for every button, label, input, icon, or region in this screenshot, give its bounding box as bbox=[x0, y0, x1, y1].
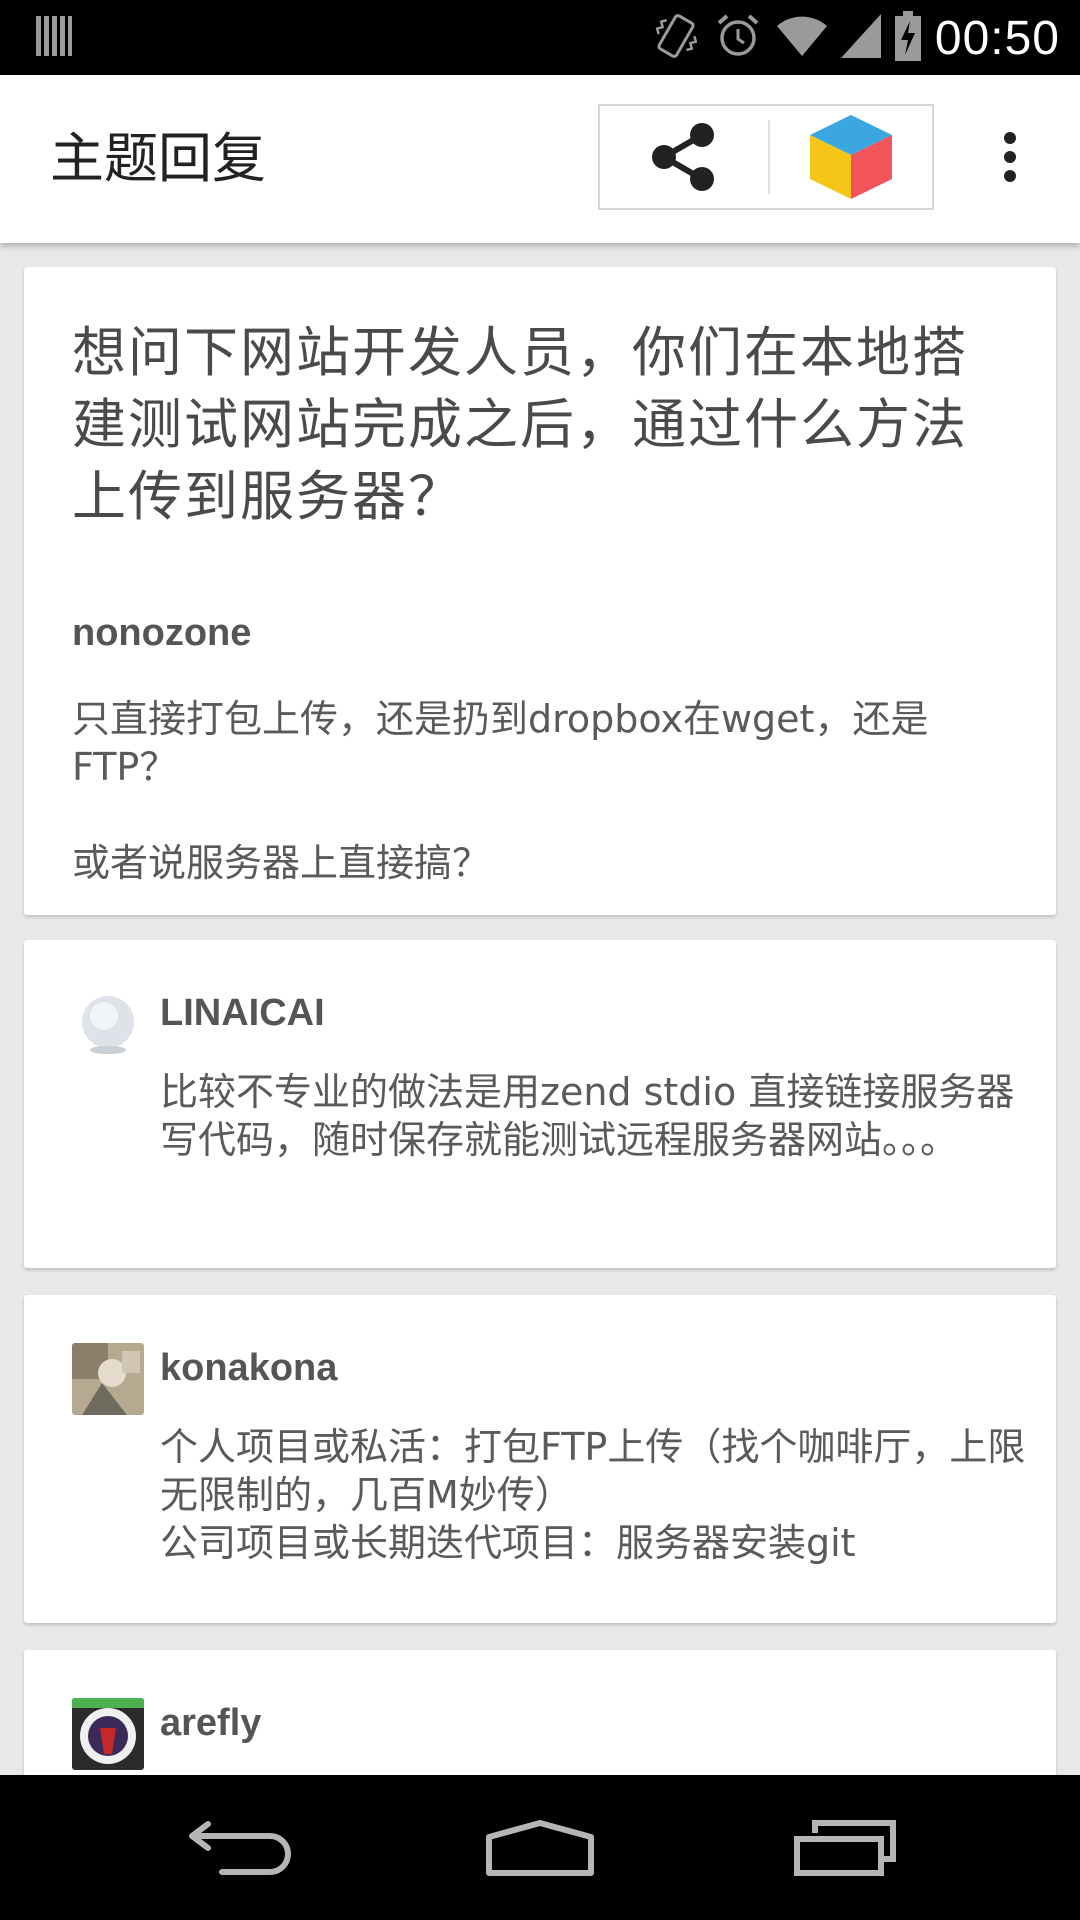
action-bar: 主题回复 bbox=[0, 75, 1080, 243]
clock: 00:50 bbox=[934, 11, 1060, 65]
topic-body-paragraph: 或者说服务器上直接搞？ bbox=[72, 841, 491, 885]
topic-author[interactable]: nonozone bbox=[72, 612, 251, 655]
avatar[interactable] bbox=[72, 1698, 144, 1770]
reply-username[interactable]: arefly bbox=[160, 1702, 261, 1745]
topic-body: 只直接打包上传，还是扔到dropbox在wget，还是FTP？ 或者说服务器上直… bbox=[72, 695, 1012, 887]
navigation-bar bbox=[0, 1775, 1080, 1920]
page-title: 主题回复 bbox=[50, 127, 266, 190]
home-icon bbox=[486, 1819, 594, 1876]
topic-title: 想问下网站开发人员，你们在本地搭建测试网站完成之后，通过什么方法上传到服务器？ bbox=[72, 321, 968, 528]
reply-body-paragraph: 比较不专业的做法是用zend stdio 直接链接服务器写代码，随时保存就能测试… bbox=[160, 1070, 1015, 1162]
topic-body-paragraph: 只直接打包上传，还是扔到dropbox在wget，还是FTP？ bbox=[72, 697, 929, 789]
avatar[interactable] bbox=[72, 1343, 144, 1415]
topic-card: 想问下网站开发人员，你们在本地搭建测试网站完成之后，通过什么方法上传到服务器？ … bbox=[24, 267, 1056, 915]
reply-body: 个人项目或私活：打包FTP上传（找个咖啡厅，上限无限制的，几百M妙传） 公司项目… bbox=[160, 1423, 1030, 1567]
reply-body: 比较不专业的做法是用zend stdio 直接链接服务器写代码，随时保存就能测试… bbox=[160, 1068, 1030, 1164]
battery-charging-icon bbox=[894, 11, 921, 65]
reply-card: arefly bbox=[24, 1650, 1056, 1775]
reply-body-paragraph: 公司项目或长期迭代项目：服务器安装git bbox=[160, 1521, 856, 1565]
notification-bars-icon bbox=[36, 14, 72, 62]
content-list[interactable]: 想问下网站开发人员，你们在本地搭建测试网站完成之后，通过什么方法上传到服务器？ … bbox=[0, 243, 1080, 1775]
more-vert-icon bbox=[1004, 132, 1016, 182]
reply-username[interactable]: konakona bbox=[160, 1347, 337, 1390]
reply-body-paragraph: 个人项目或私活：打包FTP上传（找个咖啡厅，上限无限制的，几百M妙传） bbox=[160, 1425, 1026, 1517]
status-bar: 00:50 bbox=[0, 0, 1080, 75]
more-options-button[interactable] bbox=[980, 104, 1040, 210]
reply-username[interactable]: LINAICAI bbox=[160, 992, 325, 1035]
reply-card: LINAICAI 比较不专业的做法是用zend stdio 直接链接服务器写代码… bbox=[24, 940, 1056, 1268]
wifi-icon bbox=[776, 14, 827, 62]
home-button[interactable] bbox=[440, 1775, 640, 1920]
recents-icon bbox=[794, 1819, 896, 1876]
share-button[interactable] bbox=[600, 106, 766, 208]
app-cube-icon bbox=[810, 115, 892, 199]
signal-icon bbox=[840, 14, 881, 62]
back-icon bbox=[189, 1820, 291, 1875]
avatar[interactable] bbox=[72, 988, 144, 1060]
back-button[interactable] bbox=[140, 1775, 340, 1920]
recents-button[interactable] bbox=[745, 1775, 945, 1920]
action-group bbox=[598, 104, 934, 210]
reply-card: konakona 个人项目或私活：打包FTP上传（找个咖啡厅，上限无限制的，几百… bbox=[24, 1295, 1056, 1623]
alarm-icon bbox=[713, 11, 763, 65]
vibrate-icon bbox=[653, 11, 699, 65]
share-icon bbox=[652, 123, 714, 191]
app-cube-button[interactable] bbox=[770, 106, 932, 208]
